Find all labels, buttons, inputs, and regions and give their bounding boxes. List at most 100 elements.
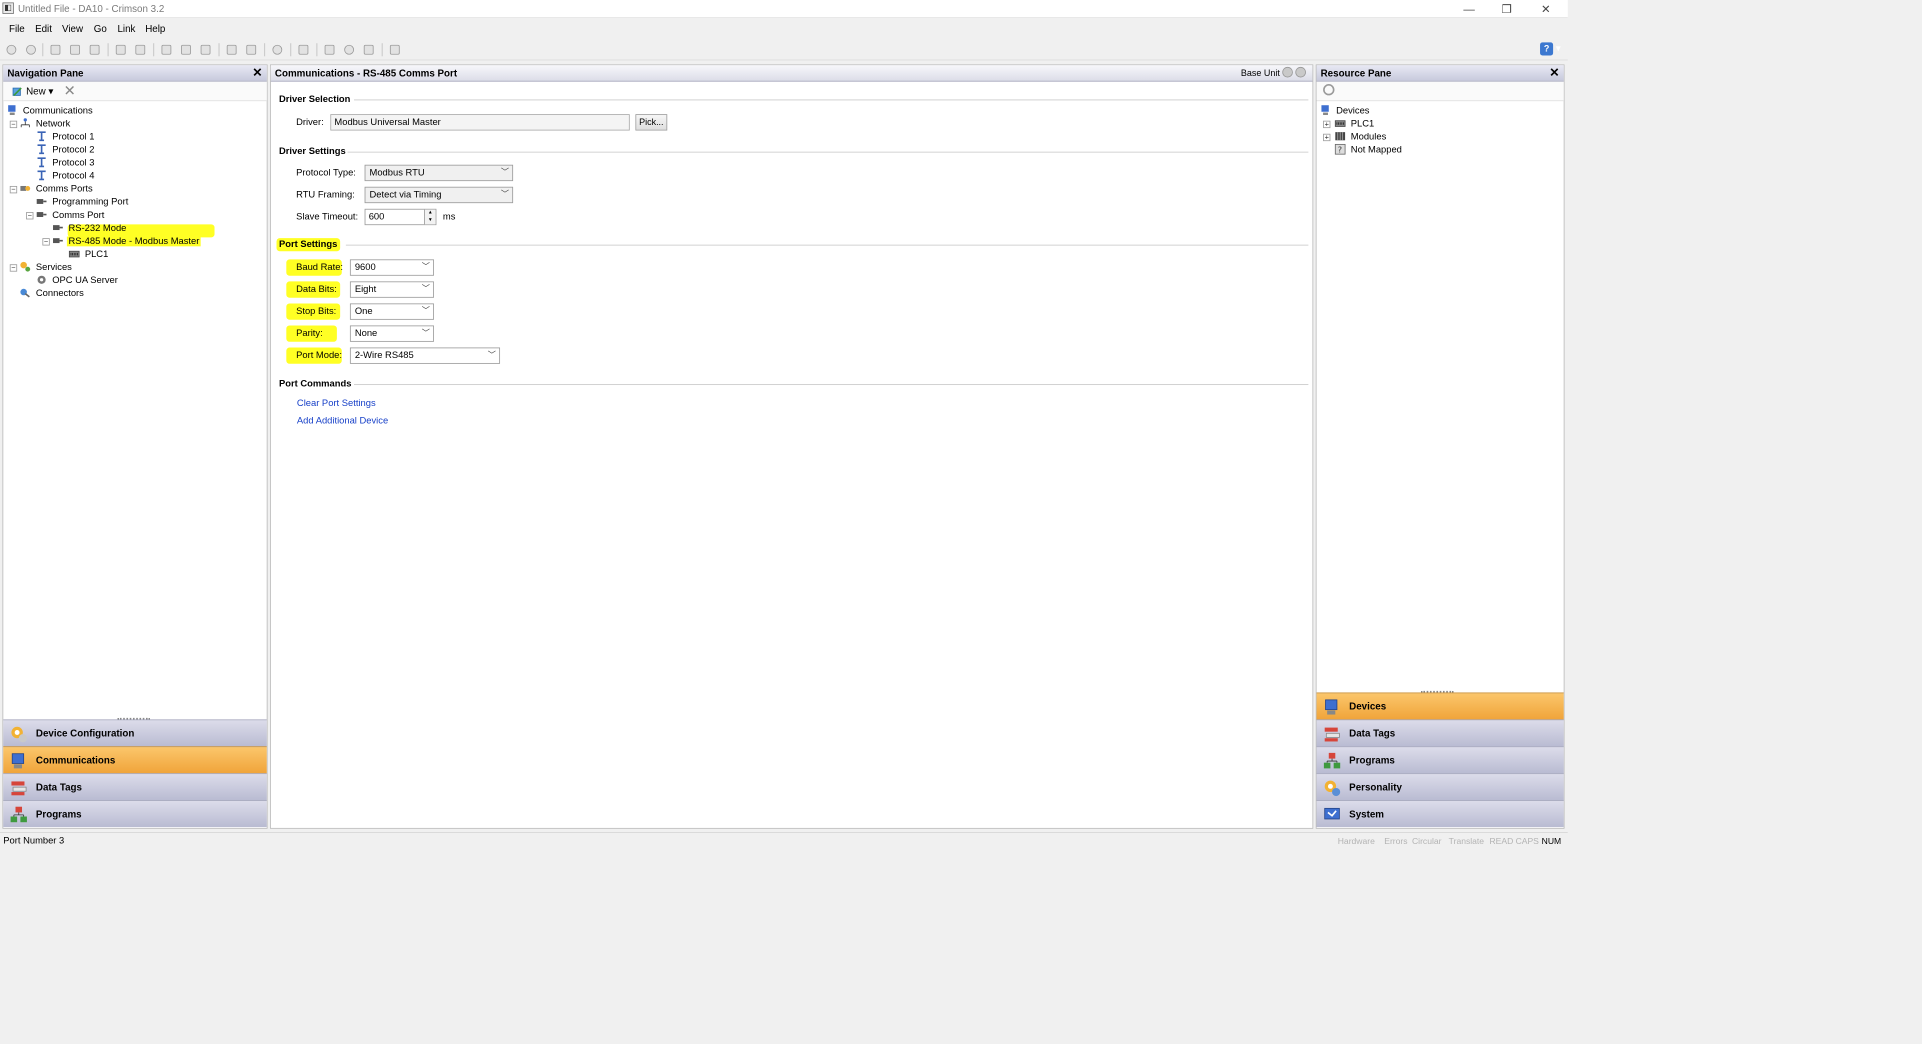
tree-item-comms-ports[interactable]: Comms Ports [20, 183, 95, 196]
clear-port-settings-link[interactable]: Clear Port Settings [297, 399, 376, 409]
help-icon[interactable]: ? ▾ [1540, 42, 1561, 57]
tree-item-network[interactable]: Network [20, 117, 72, 130]
menu-bar: File Edit View Go Link Help [0, 18, 1568, 39]
menu-link[interactable]: Link [117, 23, 135, 34]
export-icon[interactable] [134, 43, 147, 56]
parity-select[interactable]: None ﹀ [349, 325, 434, 342]
link-icon[interactable] [362, 43, 375, 56]
port-mode-select[interactable]: 2-Wire RS485 ﹀ [349, 347, 501, 364]
res-personality-button[interactable]: Personality [1316, 773, 1564, 801]
tree-item-res-plc1[interactable]: PLC1 [1334, 117, 1375, 130]
tree-item-plc1[interactable]: PLC1 [68, 248, 110, 261]
base-unit: Base Unit [1241, 65, 1306, 81]
arrow-up-icon[interactable] [1295, 66, 1306, 78]
forward-icon[interactable] [24, 43, 37, 56]
expand-modules[interactable]: + [1323, 133, 1331, 142]
tree-item-protocol-4[interactable]: Protocol 4 [36, 170, 96, 183]
search-icon[interactable] [1323, 84, 1335, 96]
protocol-type-select[interactable]: Modbus RTU ﹀ [364, 164, 514, 182]
send-icon[interactable] [297, 43, 310, 56]
tree-item-services[interactable]: Services [20, 261, 74, 274]
open-icon[interactable] [69, 43, 82, 56]
menu-edit[interactable]: Edit [35, 23, 52, 34]
save-icon[interactable] [88, 43, 101, 56]
undo-icon[interactable] [271, 43, 284, 56]
collapse-services[interactable]: − [9, 264, 18, 272]
status-errors: Errors [1384, 836, 1408, 847]
tree-item-devices[interactable]: Devices [1320, 104, 1371, 117]
tree-item-programming-port[interactable]: Programming Port [36, 196, 130, 209]
back-icon[interactable] [5, 43, 18, 56]
port-settings-section: Port Settings [279, 239, 1309, 250]
tool-icon[interactable] [388, 43, 401, 56]
tree-item-protocol-1[interactable]: Protocol 1 [36, 131, 96, 144]
slave-timeout-stepper[interactable]: 600 ▲ ▼ [364, 208, 437, 226]
res-system-button[interactable]: System [1316, 800, 1564, 828]
devices-icon [1321, 105, 1329, 116]
tree-item-comms-port[interactable]: Comms Port [36, 209, 106, 222]
tree-item-not-mapped[interactable]: ? Not Mapped [1334, 143, 1403, 157]
close-icon[interactable]: ✕ [252, 65, 262, 80]
tree-item-connectors[interactable]: Connectors [20, 287, 86, 300]
baud-rate-select[interactable]: 9600 ﹀ [349, 259, 434, 276]
menu-file[interactable]: File [9, 23, 25, 34]
copy-icon[interactable] [179, 43, 192, 56]
plc-icon [1334, 120, 1346, 127]
tree-item-modules[interactable]: Modules [1334, 131, 1387, 144]
data-bits-label: Data Bits: [296, 284, 337, 295]
new-file-icon[interactable] [49, 43, 62, 56]
paste-icon[interactable] [199, 43, 212, 56]
res-data-tags-button[interactable]: Data Tags [1316, 719, 1564, 747]
pick-button[interactable]: Pick... [635, 114, 668, 131]
menu-help[interactable]: Help [145, 23, 165, 34]
close-icon[interactable]: ✕ [1549, 65, 1559, 80]
new-button[interactable]: New ▾ [8, 84, 56, 99]
collapse-comms-port[interactable]: − [26, 212, 34, 220]
collapse-comms-ports[interactable]: − [9, 186, 18, 194]
res-devices-button[interactable]: Devices [1316, 692, 1564, 720]
tree-item-rs485-mode[interactable]: RS-485 Mode - Modbus Master [52, 235, 202, 248]
spin-down-icon[interactable]: ▼ [424, 216, 436, 225]
toolbar [0, 39, 1568, 61]
nav-programs-button[interactable]: Programs [3, 800, 267, 828]
menu-view[interactable]: View [62, 23, 83, 34]
tree-item-protocol-3[interactable]: Protocol 3 [36, 157, 96, 170]
add-additional-device-link[interactable]: Add Additional Device [297, 416, 388, 426]
chevron-down-icon: ﹀ [500, 190, 509, 200]
import-icon[interactable] [114, 43, 127, 56]
download-icon[interactable] [343, 43, 356, 56]
navigation-pane-header: Navigation Pane ✕ [3, 65, 267, 82]
crimson-app-icon[interactable]: ◧ [2, 2, 14, 14]
find-icon[interactable] [225, 43, 238, 56]
res-programs-button[interactable]: Programs [1316, 746, 1564, 774]
collapse-network[interactable]: − [9, 120, 18, 129]
expand-plc1[interactable]: + [1323, 120, 1331, 129]
programs-icon [1323, 752, 1341, 769]
rtu-framing-label: RTU Framing: [296, 190, 355, 200]
navigation-toolbar: New ▾ ✕ [3, 81, 267, 102]
tree-item-opc-ua-server[interactable]: OPC UA Server [36, 274, 120, 287]
new-item-icon [12, 87, 22, 97]
restore-button[interactable]: ❐ [1488, 0, 1526, 18]
collapse-rs485-mode[interactable]: − [42, 238, 50, 246]
tree-item-rs232-mode[interactable]: RS-232 Mode [52, 222, 128, 235]
nav-data-tags-button[interactable]: Data Tags [3, 773, 267, 801]
delete-icon[interactable]: ✕ [64, 82, 76, 99]
minimize-button[interactable]: — [1450, 0, 1488, 18]
spin-up-icon[interactable]: ▲ [424, 209, 436, 217]
nav-communications-button[interactable]: Communications [3, 746, 267, 774]
protocol-icon [37, 170, 46, 181]
arrow-down-icon[interactable] [1282, 66, 1293, 78]
close-button[interactable]: ✕ [1527, 0, 1565, 18]
replace-icon[interactable] [245, 43, 258, 56]
upload-icon[interactable] [323, 43, 336, 56]
menu-go[interactable]: Go [94, 23, 107, 34]
tree-item-communications[interactable]: Communications [7, 104, 95, 117]
nav-device-configuration-button[interactable]: Device Configuration [3, 719, 267, 747]
cut-icon[interactable] [160, 43, 173, 56]
data-bits-select[interactable]: Eight ﹀ [349, 281, 434, 298]
services-icon [20, 261, 31, 272]
rtu-framing-select[interactable]: Detect via Timing ﹀ [364, 186, 514, 204]
stop-bits-select[interactable]: One ﹀ [349, 303, 434, 320]
tree-item-protocol-2[interactable]: Protocol 2 [36, 144, 96, 157]
